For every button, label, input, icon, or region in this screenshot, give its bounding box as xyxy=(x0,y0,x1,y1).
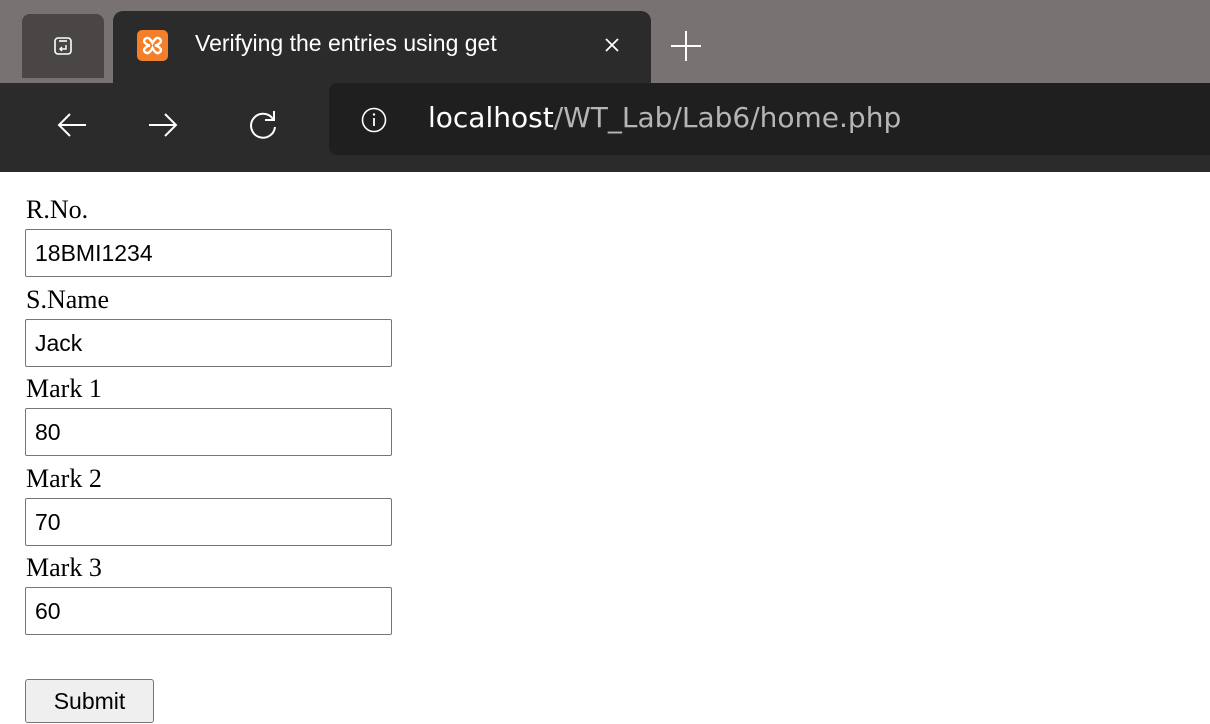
mark3-label: Mark 3 xyxy=(26,553,102,582)
info-icon[interactable] xyxy=(361,107,387,133)
back-arrow-icon[interactable] xyxy=(54,107,90,143)
mark2-label: Mark 2 xyxy=(26,464,102,493)
sname-input[interactable] xyxy=(25,319,392,367)
url-path: /WT_Lab/Lab6/home.php xyxy=(553,101,902,134)
browser-chrome: Verifying the entries using get localhos… xyxy=(0,0,1210,172)
mark1-input[interactable] xyxy=(25,408,392,456)
tab-active[interactable]: Verifying the entries using get xyxy=(113,11,651,83)
page-content: R.No. S.Name Mark 1 Mark 2 Mark 3 Submit xyxy=(0,172,1210,724)
tab-actions-button[interactable] xyxy=(22,14,104,78)
tab-strip: Verifying the entries using get xyxy=(0,0,1210,83)
mark1-label: Mark 1 xyxy=(26,374,102,403)
xampp-icon xyxy=(137,30,168,61)
tab-actions-icon xyxy=(54,37,72,55)
url-text: localhost/WT_Lab/Lab6/home.php xyxy=(428,101,901,134)
rno-label: R.No. xyxy=(26,195,89,224)
mark3-input[interactable] xyxy=(25,587,392,635)
new-tab-icon[interactable] xyxy=(667,27,705,65)
submit-button[interactable]: Submit xyxy=(25,679,154,723)
navigation-toolbar: localhost/WT_Lab/Lab6/home.php xyxy=(0,83,1210,169)
url-host: localhost xyxy=(428,101,554,134)
close-icon[interactable] xyxy=(600,33,624,57)
mark2-input[interactable] xyxy=(25,498,392,546)
tab-title: Verifying the entries using get xyxy=(195,30,497,56)
forward-arrow-icon[interactable] xyxy=(145,107,181,143)
address-bar[interactable]: localhost/WT_Lab/Lab6/home.php xyxy=(329,83,1210,155)
sname-label: S.Name xyxy=(26,285,110,314)
refresh-icon[interactable] xyxy=(245,107,281,143)
rno-input[interactable] xyxy=(25,229,392,277)
